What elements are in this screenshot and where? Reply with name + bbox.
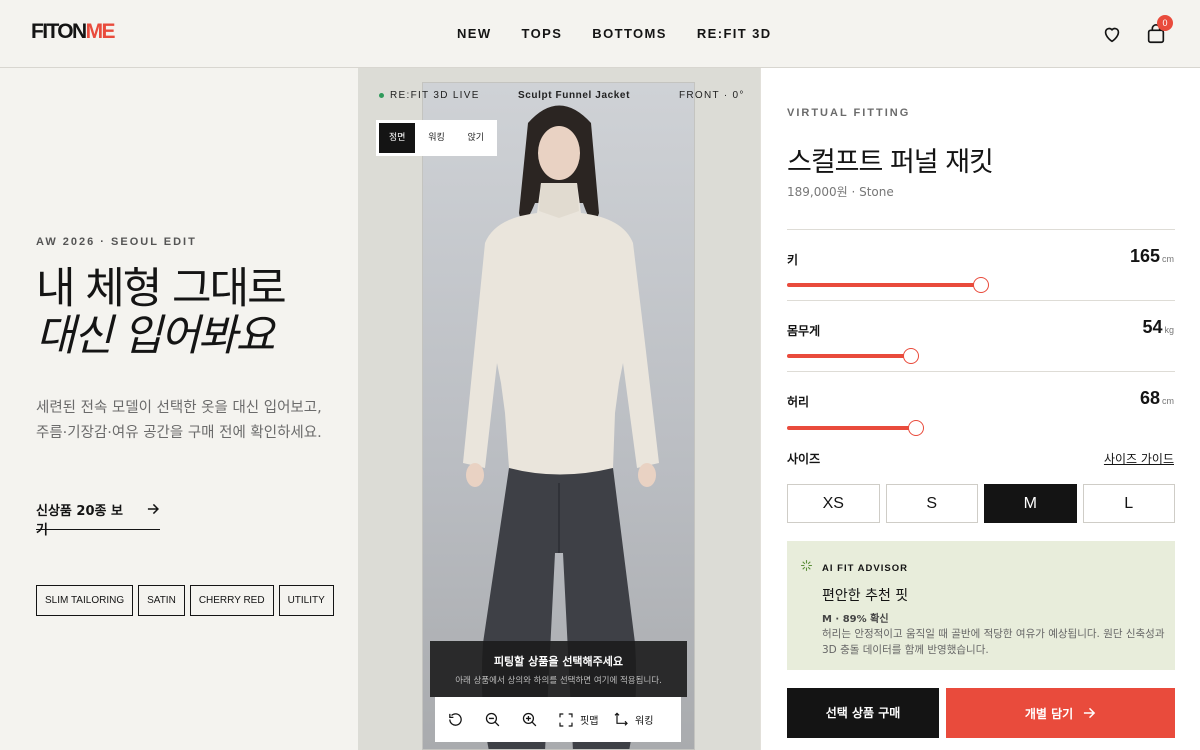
nav-tops[interactable]: TOPS	[522, 26, 563, 41]
weight-label: 몸무게	[787, 324, 821, 338]
new-arrivals-label: 신상품 20종 보기	[36, 504, 123, 538]
size-option-xs[interactable]: XS	[787, 484, 880, 523]
weight-slider-thumb[interactable]	[902, 348, 919, 364]
hero-description: 세련된 전속 모델이 선택한 옷을 대신 입어보고, 주름·기장감·여유 공간을…	[36, 400, 322, 441]
divider	[787, 300, 1175, 301]
brand-logo[interactable]: FITONME	[31, 20, 116, 44]
height-slider[interactable]	[787, 277, 1175, 293]
main-nav: NEW TOPS BOTTOMS RE:FIT 3D	[457, 26, 772, 41]
waist-slider-fill	[787, 426, 916, 430]
add-to-cart-button[interactable]: 개별 담기	[946, 688, 1175, 738]
walking-button[interactable]: 워킹	[613, 697, 673, 742]
weight-slider[interactable]	[787, 348, 1175, 364]
advisor-confidence: M · 89% 확신	[822, 614, 889, 625]
height-label: 키	[787, 253, 799, 267]
tag-cherry-red[interactable]: CHERRY RED	[189, 585, 274, 616]
nav-bottoms[interactable]: BOTTOMS	[592, 26, 667, 41]
size-guide-link[interactable]: 사이즈 가이드	[1104, 450, 1174, 467]
virtual-fitting-panel: VIRTUAL FITTING 스컬프트 퍼널 재킷 189,000원 · St…	[760, 68, 1200, 750]
heart-icon[interactable]	[1101, 23, 1123, 45]
select-product-notice: 피팅할 상품을 선택해주세요 아래 상품에서 상의와 하의를 선택하면 여기에 …	[430, 641, 687, 697]
size-option-l[interactable]: L	[1082, 484, 1175, 523]
height-value: 165 cm	[1129, 246, 1174, 266]
weight-slider-fill	[787, 354, 911, 358]
height-slider-thumb[interactable]	[972, 277, 989, 293]
view-mode-tabs: 정면 워킹 앉기	[376, 120, 497, 156]
buy-selected-button[interactable]: 선택 상품 구매	[787, 688, 939, 738]
rotate-button[interactable]	[447, 697, 484, 742]
tab-front[interactable]: 정면	[379, 123, 416, 153]
fullscreen-icon	[559, 712, 573, 727]
tag-slim-tailoring[interactable]: SLIM TAILORING	[36, 585, 134, 616]
tag-satin[interactable]: SATIN	[138, 585, 185, 616]
waist-label: 허리	[787, 395, 810, 409]
waist-slider[interactable]	[787, 420, 1175, 436]
size-label: 사이즈	[787, 452, 821, 466]
hero-title-line1: 내 체형 그대로	[36, 264, 287, 314]
zoom-out-button[interactable]	[484, 697, 521, 742]
view-angle-readout: FRONT · 0°	[679, 90, 745, 101]
tab-sitting[interactable]: 앉기	[458, 123, 494, 153]
zoom-in-button[interactable]	[521, 697, 558, 742]
arrow-right-icon	[1084, 707, 1096, 719]
weight-value: 54 kg	[1142, 317, 1174, 337]
select-notice-sub: 아래 상품에서 상의와 하의를 선택하면 여기에 적용됩니다.	[455, 676, 662, 686]
arrow-right-icon	[148, 503, 160, 515]
nav-new[interactable]: NEW	[457, 26, 492, 41]
size-option-m[interactable]: M	[984, 484, 1077, 523]
size-selector: XS S M L	[787, 484, 1175, 523]
divider	[787, 229, 1175, 230]
stage-toolbar: 핏맵 워킹	[435, 697, 681, 742]
style-tags: SLIM TAILORING SATIN CHERRY RED UTILITY	[36, 585, 336, 616]
rotate-icon	[449, 713, 462, 726]
tag-utility[interactable]: UTILITY	[278, 585, 334, 616]
hero-title: 내 체형 그대로 대신 입어봐요	[36, 264, 287, 361]
hero-title-line2: 대신 입어봐요	[36, 311, 275, 361]
waist-value: 68 cm	[1139, 388, 1174, 408]
fitmap-button[interactable]: 핏맵	[558, 697, 613, 742]
top-header: FITONME NEW TOPS BOTTOMS RE:FIT 3D 0	[0, 0, 1200, 68]
live-indicator: RE:FIT 3D LIVE	[379, 90, 480, 101]
size-option-s[interactable]: S	[885, 484, 978, 523]
sparkle-icon	[801, 560, 812, 571]
live-dot-icon	[379, 92, 384, 98]
ai-fit-advisor: AI FIT ADVISOR 편안한 추천 핏 M · 89% 확신 허리는 안…	[787, 541, 1175, 670]
waist-slider-thumb[interactable]	[907, 420, 924, 436]
tab-walking[interactable]: 워킹	[418, 123, 454, 153]
divider	[787, 371, 1175, 372]
zoom-out-icon	[485, 712, 500, 727]
hero-eyebrow: AW 2026 · SEOUL EDIT	[36, 236, 197, 248]
fitting-stage: RE:FIT 3D LIVE Sculpt Funnel Jacket FRON…	[358, 68, 760, 750]
advisor-body: 허리는 안정적이고 움직일 때 골반에 적당한 여유가 예상됩니다. 원단 신축…	[822, 628, 1165, 656]
advisor-title: 편안한 추천 핏	[822, 588, 909, 604]
height-slider-fill	[787, 283, 981, 287]
stage-product-title: Sculpt Funnel Jacket	[518, 90, 631, 101]
advisor-label: AI FIT ADVISOR	[822, 563, 908, 574]
zoom-in-icon	[522, 712, 537, 727]
new-arrivals-link[interactable]: 신상품 20종 보기	[36, 500, 160, 538]
product-name: 스컬프트 퍼널 재킷	[787, 147, 994, 178]
select-notice-title: 피팅할 상품을 선택해주세요	[493, 655, 624, 668]
panel-eyebrow: VIRTUAL FITTING	[787, 107, 911, 119]
add-to-cart-label: 개별 담기	[1024, 706, 1074, 721]
product-price-color: 189,000원 · Stone	[787, 185, 894, 199]
cart-count-badge: 0	[1157, 15, 1173, 31]
nav-refit-3d[interactable]: RE:FIT 3D	[697, 26, 772, 41]
walking-path-icon	[614, 711, 628, 726]
